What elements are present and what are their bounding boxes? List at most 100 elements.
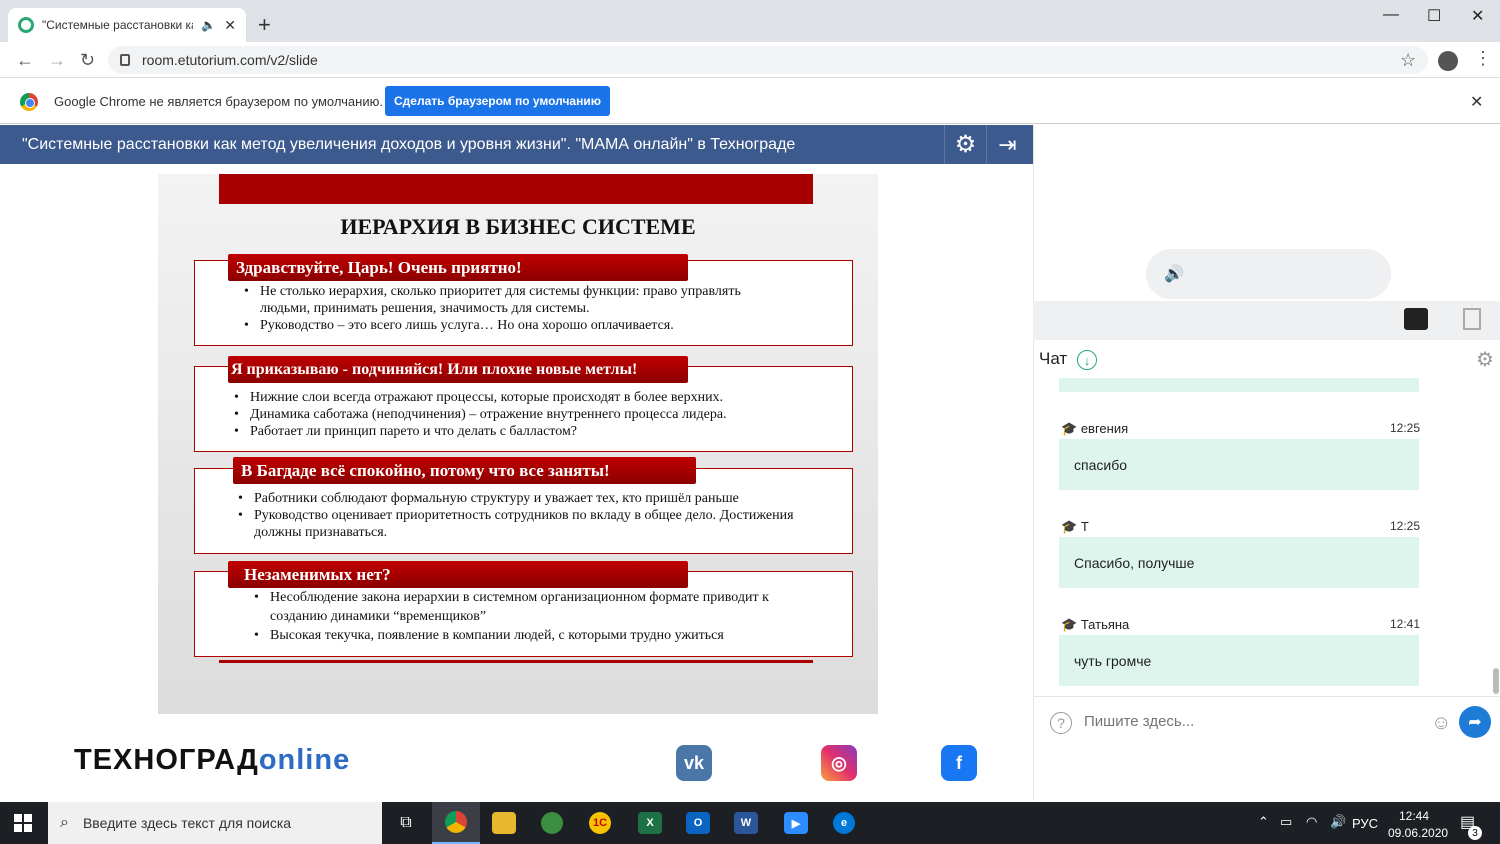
vk-icon[interactable]: vk [676, 745, 712, 781]
lock-icon [120, 54, 130, 66]
message-time: 12:25 [1390, 421, 1421, 435]
tray-chevron-icon[interactable]: ⌃ [1258, 814, 1269, 830]
bullet-item: Несоблюдение закона иерархии в системном… [250, 588, 810, 626]
outlook-icon[interactable]: O [674, 802, 722, 844]
chrome-taskbar-icon[interactable] [432, 802, 480, 844]
slide-bottom-line [219, 660, 813, 663]
slide-title: ИЕРАРХИЯ В БИЗНЕС СИСТЕМЕ [340, 214, 696, 239]
section-bullets: Не столько иерархия, сколько приоритет д… [240, 283, 760, 334]
tray-network-adapter-icon[interactable]: ▭ [1280, 814, 1292, 830]
logo-accent-text: online [258, 744, 351, 776]
word-icon[interactable]: W [722, 802, 770, 844]
globe-app-icon[interactable] [528, 802, 576, 844]
bullet-item: Работает ли принцип парето и что делать … [230, 423, 830, 440]
volume-icon[interactable]: 🔊 [1330, 814, 1346, 830]
minimize-icon[interactable]: — [1383, 6, 1399, 24]
infobar-message: Google Chrome не является браузером по у… [54, 94, 383, 109]
webinar-header: "Системные расстановки как метод увеличе… [0, 125, 1033, 164]
window-close-icon[interactable]: ✕ [1471, 6, 1484, 26]
zoom-icon[interactable]: ▶ [772, 802, 820, 844]
emoji-icon[interactable]: ☺ [1431, 712, 1451, 735]
instagram-icon[interactable]: ◎ [821, 745, 857, 781]
slide-top-band [219, 174, 813, 204]
webinar-title: "Системные расстановки как метод увеличе… [22, 136, 796, 153]
chat-bubble: чуть громче [1059, 635, 1419, 686]
bullet-item: Нижние слои всегда отражают процессы, ко… [230, 389, 830, 406]
notification-count-badge: 3 [1468, 826, 1482, 840]
message-author: 🎓 евгения [1061, 421, 1129, 436]
windows-start-icon[interactable] [14, 814, 32, 832]
account-avatar-icon[interactable] [1438, 51, 1458, 71]
new-tab-button[interactable]: + [258, 12, 271, 38]
edge-icon[interactable]: e [820, 802, 868, 844]
set-default-browser-button[interactable]: Сделать браузером по умолчанию [385, 86, 610, 116]
send-button[interactable]: ➦ [1459, 706, 1491, 738]
excel-icon[interactable]: X [626, 802, 674, 844]
help-question-icon[interactable]: ? [1050, 712, 1072, 734]
message-time: 12:41 [1390, 617, 1421, 631]
chat-settings-icon[interactable]: ⚙ [1476, 347, 1494, 372]
default-browser-infobar: Google Chrome не является браузером по у… [0, 78, 1500, 124]
file-explorer-icon[interactable] [480, 802, 528, 844]
logo-main-text: ТЕХНОГРАД [74, 744, 259, 776]
section-heading: Незаменимых нет? [228, 561, 688, 588]
address-bar[interactable]: room.etutorium.com/v2/slide [108, 46, 1428, 74]
document-tab-icon[interactable] [1463, 308, 1481, 330]
chat-bubble [1059, 378, 1419, 392]
bullet-item: Высокая текучка, появление в компании лю… [250, 626, 810, 645]
back-icon[interactable]: ← [16, 50, 34, 71]
chrome-logo-icon [20, 93, 38, 111]
chat-bubble: спасибо [1059, 439, 1419, 490]
task-view-icon[interactable]: ⧉ [382, 802, 430, 844]
maximize-icon[interactable]: ☐ [1427, 6, 1441, 26]
site-favicon-icon [18, 17, 34, 33]
chat-bubble: Спасибо, получше [1059, 537, 1419, 588]
search-icon: ⌕ [60, 814, 69, 831]
bullet-item: Руководство – это всего лишь услуга… Но … [240, 317, 760, 334]
bullet-item: Не столько иерархия, сколько приоритет д… [240, 283, 760, 317]
chat-download-icon[interactable]: ↓ [1077, 350, 1097, 370]
facebook-icon[interactable]: f [941, 745, 977, 781]
bookmark-star-icon[interactable]: ☆ [1400, 50, 1416, 71]
taskbar-clock[interactable]: 12:44 09.06.2020 [1388, 808, 1449, 842]
exit-icon[interactable]: ⇥ [986, 125, 1028, 164]
section-heading: В Багдаде всё спокойно, потому что все з… [233, 457, 696, 484]
message-time: 12:25 [1390, 519, 1421, 533]
message-author: 🎓 Татьяна [1061, 617, 1130, 632]
taskbar-search[interactable]: ⌕ Введите здесь текст для поиска [48, 802, 382, 844]
url-text: room.etutorium.com/v2/slide [142, 52, 318, 68]
bullet-item: Динамика саботажа (неподчинения) – отраж… [230, 406, 830, 423]
browser-tab[interactable]: "Системные расстановки ка 🔈 ✕ [8, 8, 246, 42]
chat-tab-icon[interactable] [1404, 308, 1428, 330]
chat-scrollbar[interactable] [1493, 668, 1499, 694]
tab-title: "Системные расстановки ка [42, 18, 194, 32]
section-bullets: Нижние слои всегда отражают процессы, ко… [230, 389, 830, 440]
clock-time: 12:44 [1398, 809, 1430, 823]
chat-message-input[interactable] [1084, 713, 1414, 730]
toolbar: ← → ↻ room.etutorium.com/v2/slide ☆ ⋮ [0, 42, 1500, 78]
1c-icon[interactable]: 1С [576, 802, 624, 844]
reload-icon[interactable]: ↻ [80, 50, 95, 71]
section-bullets: Работники соблюдают формальную структуру… [234, 490, 834, 541]
forward-icon[interactable]: → [48, 50, 66, 71]
wifi-icon[interactable]: ◠ [1306, 814, 1317, 830]
message-author: 🎓 Т [1061, 519, 1089, 534]
menu-kebab-icon[interactable]: ⋮ [1474, 48, 1492, 69]
section-heading: Я приказываю - подчиняйся! Или плохие но… [228, 356, 688, 383]
tab-audio-icon[interactable]: 🔈 [201, 18, 216, 32]
presentation-slide: ИЕРАРХИЯ В БИЗНЕС СИСТЕМЕ Здравствуйте, … [158, 174, 878, 714]
clock-date: 09.06.2020 [1388, 826, 1449, 840]
speaker-icon[interactable]: 🔊 [1164, 264, 1184, 284]
tab-close-icon[interactable]: ✕ [224, 17, 236, 34]
section-heading: Здравствуйте, Царь! Очень приятно! [228, 254, 688, 281]
author-name: Т [1080, 519, 1089, 534]
bullet-item: Руководство оценивает приоритетность сот… [234, 507, 834, 541]
author-name: Татьяна [1080, 617, 1130, 632]
language-indicator[interactable]: РУС [1352, 816, 1378, 831]
section-bullets: Несоблюдение закона иерархии в системном… [250, 588, 810, 645]
audio-player[interactable]: 🔊 [1146, 249, 1391, 299]
settings-gear-icon[interactable]: ⚙ [944, 125, 986, 164]
panel-tabs [1033, 301, 1500, 340]
bullet-item: Работники соблюдают формальную структуру… [234, 490, 834, 507]
infobar-close-icon[interactable]: ✕ [1470, 92, 1483, 112]
